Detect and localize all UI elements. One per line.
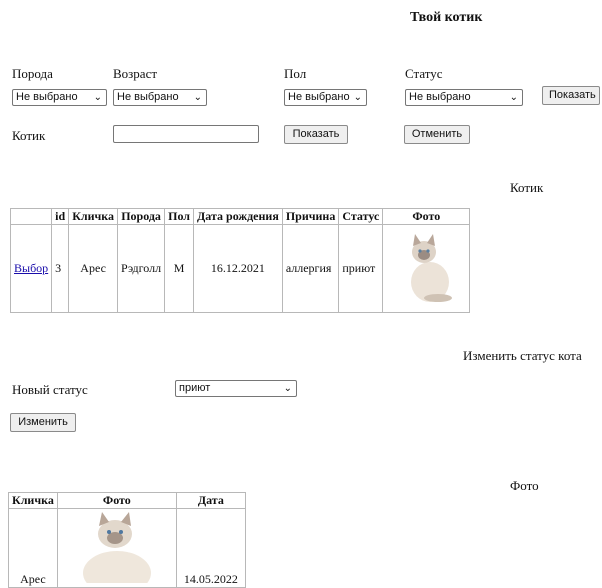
id-cell: 3 (51, 224, 70, 313)
column-header: Статус (338, 208, 384, 225)
age-label: Возраст (113, 66, 158, 81)
chevron-down-icon: ⌄ (93, 92, 102, 103)
column-header: Пол (164, 208, 195, 225)
photo-section-title: Фото (510, 478, 539, 493)
page-title: Твой котик (410, 10, 483, 25)
reason-cell: аллергия (281, 224, 340, 313)
column-header: Дата рождения (193, 208, 283, 225)
sex-cell: М (164, 224, 195, 313)
new-status-label: Новый статус (12, 382, 88, 397)
select-cell: Выбор (9, 224, 53, 313)
column-header: Кличка (68, 208, 119, 225)
column-header: Фото (382, 208, 471, 225)
chevron-down-icon: ⌄ (353, 92, 362, 103)
name-cell: Арес (8, 508, 58, 588)
table-header-row: id Кличка Порода Пол Дата рождения Причи… (9, 208, 471, 225)
change-status-button[interactable]: Изменить (10, 413, 76, 432)
new-status-select-value: приют (179, 382, 211, 394)
breed-select[interactable]: Не выбрано ⌄ (12, 89, 107, 106)
breed-select-value: Не выбрано (16, 91, 78, 103)
cat-section-title: Котик (510, 180, 544, 195)
age-select[interactable]: Не выбрано ⌄ (113, 89, 207, 106)
sex-select-value: Не выбрано (288, 91, 350, 103)
status-select[interactable]: Не выбрано ⌄ (405, 89, 523, 106)
cat-search-label: Котик (12, 128, 46, 143)
name-cell: Арес (68, 224, 119, 313)
sex-select[interactable]: Не выбрано ⌄ (284, 89, 367, 106)
cat-photo (411, 233, 453, 302)
chevron-down-icon: ⌄ (509, 92, 518, 103)
column-header: Фото (56, 492, 177, 509)
date-cell: 14.05.2022 (175, 508, 246, 588)
status-section-title: Изменить статус кота (463, 348, 582, 363)
show-cat-button[interactable]: Показать (284, 125, 348, 144)
cat-search-input[interactable] (113, 125, 259, 143)
chevron-down-icon: ⌄ (193, 92, 202, 103)
column-header (9, 208, 53, 225)
cancel-button[interactable]: Отменить (404, 125, 470, 144)
select-link[interactable]: Выбор (14, 261, 48, 275)
status-cell: приют (338, 224, 384, 313)
sex-label: Пол (284, 66, 307, 81)
new-status-select[interactable]: приют ⌄ (175, 380, 297, 397)
breed-cell: Рэдголл (117, 224, 166, 313)
column-header: Кличка (8, 492, 58, 509)
column-header: Порода (117, 208, 166, 225)
status-label: Статус (405, 66, 443, 81)
birth-date-cell: 16.12.2021 (193, 224, 283, 313)
column-header: Причина (281, 208, 340, 225)
column-header: Дата (175, 492, 246, 509)
chevron-down-icon: ⌄ (283, 383, 292, 394)
cat-photo (82, 512, 151, 588)
table-row: Арес 14.05.2022 (8, 508, 246, 588)
column-header: id (51, 208, 70, 225)
cat-table: id Кличка Порода Пол Дата рождения Причи… (9, 208, 471, 313)
table-header-row: Кличка Фото Дата (8, 492, 246, 509)
photo-cell (382, 224, 471, 313)
breed-label: Порода (12, 66, 53, 81)
show-filter-button[interactable]: Показать (542, 86, 600, 105)
table-row: Выбор 3 Арес Рэдголл М 16.12.2021 аллерг… (9, 224, 471, 313)
photo-table: Кличка Фото Дата Арес 14.05.2022 (8, 492, 246, 588)
status-select-value: Не выбрано (409, 91, 471, 103)
photo-cell (56, 508, 177, 588)
age-select-value: Не выбрано (117, 91, 179, 103)
